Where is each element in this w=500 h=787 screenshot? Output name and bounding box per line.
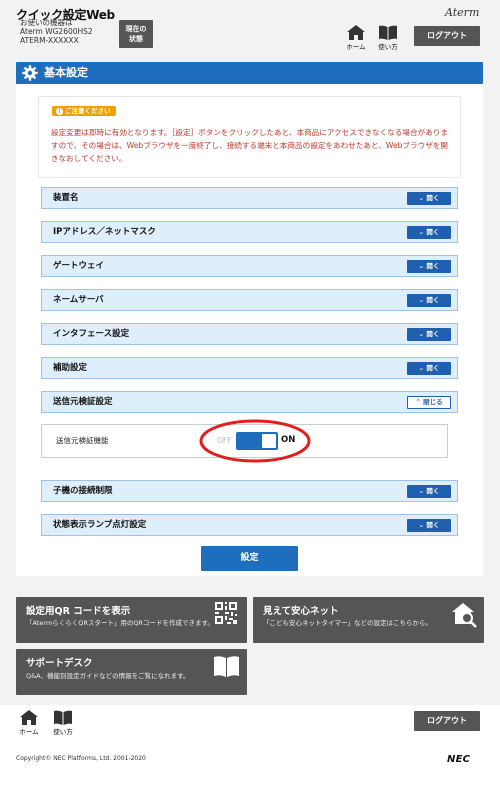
accordion-gateway[interactable]: ゲートウェイ ⌄ 開く	[41, 255, 458, 277]
support-desk-card[interactable]: サポートデスク Q&A、機能別設定ガイドなどの情報をご覧になれます。	[16, 649, 247, 695]
accordion-label: 状態表示ランプ点灯設定	[53, 520, 147, 530]
close-button[interactable]: ⌃ 閉じる	[407, 396, 451, 409]
accordion-label: 送信元検証設定	[53, 397, 113, 407]
device-id: ATERM-XXXXXX	[20, 36, 79, 45]
notice-badge-label: ご注意ください	[65, 107, 111, 115]
close-button-label: 閉じる	[423, 398, 443, 406]
accordion-name-server[interactable]: ネームサーバ ⌄ 開く	[41, 289, 458, 311]
support-card-desc: Q&A、機能別設定ガイドなどの情報をご覧になれます。	[26, 672, 190, 680]
safety-card-desc: 「こども安心ネットタイマー」などの設定はこちらから。	[263, 619, 432, 627]
section-title: 基本設定	[44, 66, 88, 79]
house-search-icon	[452, 603, 477, 628]
accordion-label: インタフェース設定	[53, 329, 130, 339]
open-button[interactable]: ⌄ 開く	[407, 362, 451, 375]
status-button-line2: 状態	[129, 35, 143, 43]
support-card-title: サポートデスク	[26, 658, 93, 669]
source-verification-label: 送信元検証機能	[56, 436, 109, 445]
home-icon	[20, 710, 38, 725]
open-button[interactable]: ⌄ 開く	[407, 192, 451, 205]
qr-card-title: 設定用QR コードを表示	[26, 606, 131, 617]
book-icon	[214, 656, 239, 677]
accordion-interface[interactable]: インタフェース設定 ⌄ 開く	[41, 323, 458, 345]
nec-logo: NEC	[447, 754, 471, 765]
accordion-label: ネームサーバ	[53, 295, 104, 305]
device-model: Aterm WG2600HS2	[20, 27, 93, 36]
accordion-label: 子機の接続制限	[53, 486, 113, 496]
notice-text: 設定変更は即時に有効となります。［設定］ボタンをクリックしたあと、本商品にアクセ…	[51, 128, 448, 163]
footer-home-label: ホーム	[19, 728, 39, 736]
open-button-label: 開く	[426, 487, 440, 495]
accordion-device-name[interactable]: 装置名 ⌄ 開く	[41, 187, 458, 209]
accordion-label: ゲートウェイ	[53, 261, 105, 271]
brand-logo: Aterm	[445, 6, 480, 19]
accordion-label: 補助設定	[53, 363, 88, 373]
home-label: ホーム	[346, 43, 366, 51]
accordion-label: 装置名	[53, 193, 79, 203]
manual-label: 使い方	[378, 43, 398, 51]
open-button-label: 開く	[426, 194, 440, 202]
qr-code-card[interactable]: 設定用QR コードを表示 「AtermらくらくQRスタート」用のQRコードを作成…	[16, 597, 247, 643]
open-button[interactable]: ⌄ 開く	[407, 328, 451, 341]
current-status-button[interactable]: 現在の 状態	[119, 20, 153, 48]
safety-net-card[interactable]: 見えて安心ネット 「こども安心ネットタイマー」などの設定はこちらから。	[253, 597, 484, 643]
open-button[interactable]: ⌄ 開く	[407, 519, 451, 532]
footer-logout-button[interactable]: ログアウト	[414, 711, 480, 731]
accordion-status-lamp[interactable]: 状態表示ランプ点灯設定 ⌄ 開く	[41, 514, 458, 536]
logout-button[interactable]: ログアウト	[414, 26, 480, 46]
accordion-source-verification[interactable]: 送信元検証設定 ⌃ 閉じる	[41, 391, 458, 413]
footer-manual-link[interactable]: 使い方	[51, 710, 75, 736]
accordion-connection-limit[interactable]: 子機の接続制限 ⌄ 開く	[41, 480, 458, 502]
device-info-line: お使いの機器は	[20, 18, 73, 27]
status-button-line1: 現在の	[125, 25, 147, 33]
gear-icon	[22, 65, 38, 81]
qr-card-desc: 「AtermらくらくQRスタート」用のQRコードを作成できます。	[26, 619, 214, 627]
open-button[interactable]: ⌄ 開く	[407, 485, 451, 498]
submit-button[interactable]: 設定	[201, 546, 298, 571]
section-header: 基本設定	[16, 62, 483, 84]
accordion-label: IPアドレス／ネットマスク	[53, 227, 156, 237]
open-button-label: 開く	[426, 521, 440, 529]
manual-link[interactable]: 使い方	[376, 25, 400, 51]
footer-manual-label: 使い方	[53, 728, 73, 736]
copyright: Copyright© NEC Platforms, Ltd. 2001-2020	[16, 755, 146, 762]
open-button[interactable]: ⌄ 開く	[407, 226, 451, 239]
open-button[interactable]: ⌄ 開く	[407, 294, 451, 307]
qr-code-icon	[214, 601, 238, 625]
accordion-ip-address[interactable]: IPアドレス／ネットマスク ⌄ 開く	[41, 221, 458, 243]
footer-home-link[interactable]: ホーム	[17, 710, 41, 736]
notice-box: ! ご注意ください 設定変更は即時に有効となります。［設定］ボタンをクリックしたあ…	[38, 96, 461, 178]
accordion-auxiliary[interactable]: 補助設定 ⌄ 開く	[41, 357, 458, 379]
open-button-label: 開く	[426, 228, 440, 236]
open-button[interactable]: ⌄ 開く	[407, 260, 451, 273]
highlight-ellipse	[199, 419, 311, 463]
open-button-label: 開く	[426, 364, 440, 372]
open-button-label: 開く	[426, 296, 440, 304]
open-button-label: 開く	[426, 262, 440, 270]
home-link[interactable]: ホーム	[344, 25, 368, 51]
home-icon	[347, 25, 365, 40]
notice-badge: ! ご注意ください	[52, 106, 116, 116]
safety-card-title: 見えて安心ネット	[263, 606, 339, 617]
warning-icon: !	[56, 107, 63, 115]
book-icon	[379, 25, 397, 40]
book-icon	[54, 710, 72, 725]
open-button-label: 開く	[426, 330, 440, 338]
